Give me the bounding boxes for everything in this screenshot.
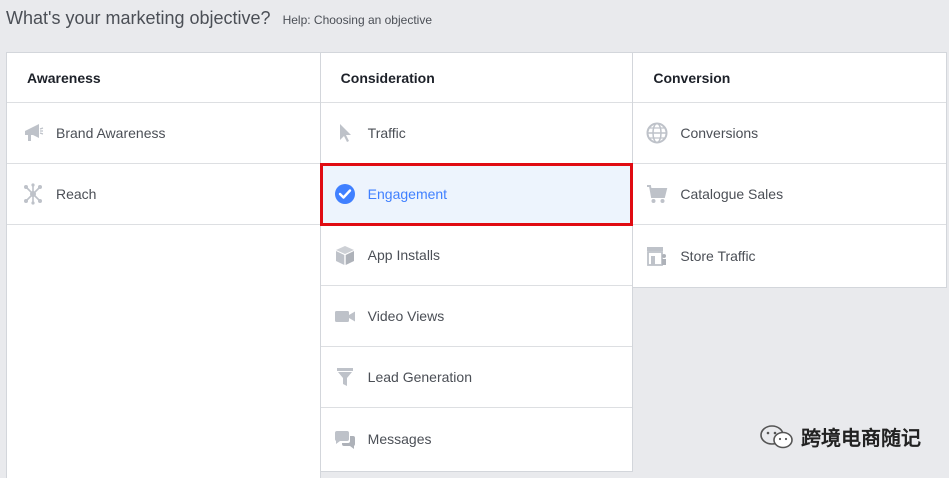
network-icon bbox=[21, 182, 45, 206]
awareness-column: Awareness Brand Awareness Reach bbox=[7, 53, 321, 478]
globe-icon bbox=[645, 121, 669, 145]
objective-label: Lead Generation bbox=[367, 369, 472, 385]
consideration-column: Consideration Traffic Engagement App Ins… bbox=[319, 53, 634, 472]
box-icon bbox=[333, 243, 357, 267]
objective-label: App Installs bbox=[367, 247, 441, 263]
objective-messages[interactable]: Messages bbox=[321, 408, 633, 469]
cart-icon bbox=[645, 182, 669, 206]
objective-label: Engagement bbox=[367, 186, 448, 202]
objective-video-views[interactable]: Video Views bbox=[320, 286, 633, 347]
objective-app-installs[interactable]: App Installs bbox=[320, 225, 633, 286]
awareness-header: Awareness bbox=[7, 53, 320, 103]
objective-label: Reach bbox=[56, 186, 97, 202]
objective-traffic[interactable]: Traffic bbox=[320, 103, 633, 164]
page-title: What's your marketing objective? bbox=[6, 8, 271, 28]
objective-label: Brand Awareness bbox=[56, 125, 166, 141]
help-link[interactable]: Help: Choosing an objective bbox=[283, 13, 432, 27]
objective-store-traffic[interactable]: Store Traffic bbox=[633, 225, 946, 286]
video-camera-icon bbox=[333, 304, 357, 328]
cursor-icon bbox=[333, 121, 357, 145]
chat-bubbles-icon bbox=[333, 427, 357, 451]
conversion-header: Conversion bbox=[633, 53, 947, 103]
objective-brand-awareness[interactable]: Brand Awareness bbox=[7, 103, 320, 164]
objective-lead-generation[interactable]: Lead Generation bbox=[320, 347, 633, 408]
conversion-column: Conversion Conversions Catalogue Sales S… bbox=[633, 53, 948, 288]
objective-label: Store Traffic bbox=[680, 247, 756, 264]
wechat-icon bbox=[759, 424, 795, 450]
objective-label: Traffic bbox=[367, 125, 406, 141]
objective-label: Conversions bbox=[680, 125, 759, 141]
watermark-text: 跨境电商随记 bbox=[801, 428, 921, 450]
objective-catalogue-sales[interactable]: Catalogue Sales bbox=[633, 164, 947, 225]
check-circle-icon bbox=[333, 182, 357, 206]
objective-label: Video Views bbox=[367, 308, 445, 324]
page-header: What's your marketing objective? Help: C… bbox=[6, 8, 432, 29]
objective-label: Catalogue Sales bbox=[680, 186, 784, 202]
objective-grid: Awareness Brand Awareness Reach Consider… bbox=[6, 52, 948, 478]
store-icon bbox=[645, 244, 669, 268]
consideration-header: Consideration bbox=[320, 53, 633, 103]
watermark: 跨境电商随记 bbox=[759, 422, 921, 451]
objective-engagement[interactable]: Engagement bbox=[319, 163, 634, 226]
objective-label: Messages bbox=[367, 430, 432, 447]
megaphone-icon bbox=[21, 121, 45, 145]
objective-conversions[interactable]: Conversions bbox=[633, 103, 947, 164]
funnel-icon bbox=[333, 365, 357, 389]
objective-reach[interactable]: Reach bbox=[7, 164, 320, 225]
